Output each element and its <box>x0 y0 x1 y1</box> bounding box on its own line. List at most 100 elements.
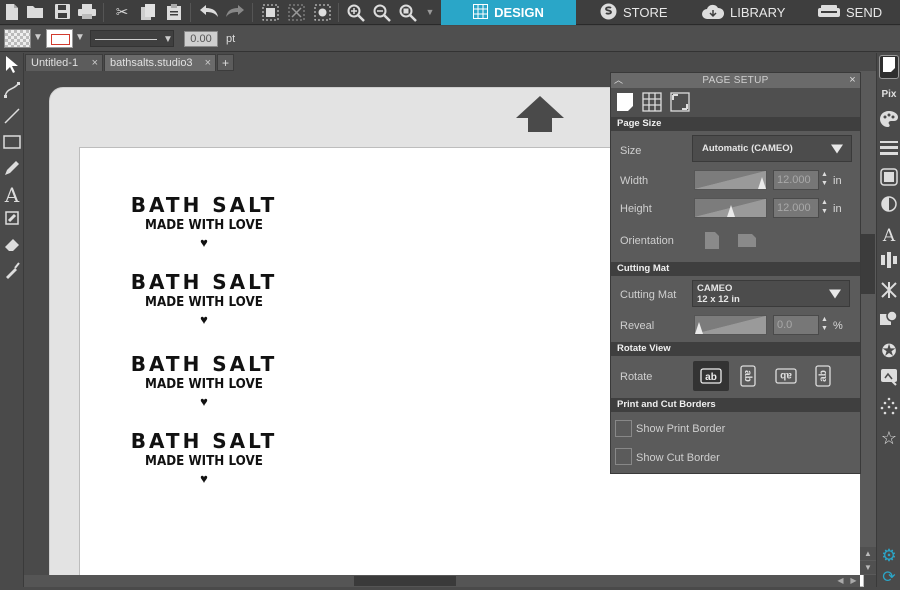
doc-tab-bathsalts[interactable]: bathsalts.studio3 × <box>104 54 216 71</box>
offset-star-icon[interactable]: ✪ <box>879 339 899 363</box>
trace-icon[interactable] <box>879 368 899 392</box>
ungroup-icon[interactable] <box>287 4 305 21</box>
line-color-swatch[interactable] <box>46 29 73 48</box>
add-tab-button[interactable]: + <box>217 54 234 71</box>
reveal-stepper[interactable]: ▲ ▼ <box>820 315 829 335</box>
doc-tab-untitled[interactable]: Untitled-1 × <box>25 54 103 71</box>
pencil-tool-icon[interactable] <box>2 159 22 181</box>
save-icon[interactable] <box>53 4 71 21</box>
width-stepper[interactable]: ▲ ▼ <box>820 170 829 190</box>
line-style-select[interactable]: ▼ <box>90 30 174 47</box>
label-design[interactable]: BATH SALT MADE WITH LOVE ♥ <box>114 430 294 486</box>
fill-dropdown-icon[interactable]: ▼ <box>33 32 43 43</box>
toolbar-separator <box>190 3 191 22</box>
sketch-icon[interactable] <box>879 397 899 421</box>
height-input[interactable]: 12.000 <box>773 198 819 218</box>
horizontal-scrollbar[interactable] <box>24 575 860 587</box>
fill-color-swatch[interactable] <box>4 29 31 48</box>
text-style-icon[interactable]: A <box>879 224 899 248</box>
select-all-icon[interactable] <box>313 4 331 21</box>
eraser-tool-icon[interactable] <box>2 235 22 257</box>
select-arrow-icon[interactable] <box>2 55 22 77</box>
line-tool-icon[interactable] <box>2 107 22 129</box>
line-color-dropdown-icon[interactable]: ▼ <box>75 32 85 43</box>
modify-icon[interactable] <box>879 310 899 334</box>
vertical-scroll-thumb[interactable] <box>861 234 875 294</box>
reveal-slider[interactable] <box>694 315 767 335</box>
cutting-mat-dropdown[interactable]: CAMEO 12 x 12 in <box>692 280 850 307</box>
landscape-orientation-icon[interactable] <box>738 234 756 250</box>
close-icon[interactable]: × <box>849 73 856 88</box>
rectangle-tool-icon[interactable] <box>2 133 22 155</box>
rotate-270-button[interactable]: ab <box>805 361 841 391</box>
rotate-option-label: ab <box>818 370 829 382</box>
edit-points-icon[interactable] <box>2 81 22 103</box>
registration-marks-tab-icon[interactable] <box>670 92 690 112</box>
new-document-icon[interactable] <box>3 4 21 21</box>
rotate-180-button[interactable]: ab <box>768 361 804 391</box>
label-subtitle: MADE WITH LOVE <box>145 377 263 392</box>
label-design[interactable]: BATH SALT MADE WITH LOVE ♥ <box>114 353 294 409</box>
width-slider[interactable] <box>694 170 767 190</box>
zoom-fit-icon[interactable] <box>399 4 417 22</box>
transparency-icon[interactable] <box>879 196 899 220</box>
horizontal-scroll-thumb[interactable] <box>354 576 456 586</box>
fill-pattern-icon[interactable] <box>879 168 899 192</box>
rotate-90-button[interactable]: ab <box>730 361 766 391</box>
pixscan-icon[interactable]: Pix <box>879 83 899 107</box>
show-cut-border-checkbox[interactable] <box>615 448 632 465</box>
scroll-down-arrow-icon[interactable]: ▼ <box>860 561 876 574</box>
line-width-input[interactable] <box>184 31 218 47</box>
paste-icon[interactable] <box>165 4 183 21</box>
zoom-in-icon[interactable] <box>347 4 365 22</box>
page-setup-icon[interactable] <box>879 55 899 79</box>
refresh-icon[interactable]: ⟳ <box>879 566 899 590</box>
scroll-left-arrow-icon[interactable]: ◀ <box>834 575 847 587</box>
label-design[interactable]: BATH SALT MADE WITH LOVE ♥ <box>114 271 294 327</box>
tab-send[interactable]: SEND <box>818 0 900 25</box>
grid-tab-icon[interactable] <box>642 92 662 112</box>
undo-icon[interactable] <box>200 4 218 21</box>
replicate-icon[interactable] <box>879 281 899 305</box>
fill-tool-icon[interactable] <box>2 209 22 231</box>
portrait-orientation-icon[interactable] <box>705 232 719 249</box>
collapse-chevron-icon[interactable]: ︿ <box>614 73 623 88</box>
reveal-input[interactable]: 0.0 <box>773 315 819 335</box>
show-print-border-checkbox[interactable] <box>615 420 632 437</box>
rhinestone-star-icon[interactable]: ☆ <box>879 426 899 450</box>
tab-store[interactable]: STORE <box>600 0 700 25</box>
text-tool-icon[interactable]: A <box>2 184 22 206</box>
rotate-option-label: ab <box>742 370 753 382</box>
zoom-dropdown-icon[interactable]: ▼ <box>421 4 439 21</box>
page-tab-icon[interactable] <box>616 92 636 112</box>
scroll-right-arrow-icon[interactable]: ▶ <box>847 575 860 587</box>
close-tab-icon[interactable]: × <box>92 55 98 71</box>
width-input[interactable]: 12.000 <box>773 170 819 190</box>
tab-design[interactable]: DESIGN <box>441 0 576 25</box>
vertical-scrollbar[interactable] <box>860 71 876 575</box>
cut-icon[interactable]: ✂ <box>113 4 131 21</box>
knife-tool-icon[interactable] <box>2 261 22 283</box>
open-folder-icon[interactable] <box>27 4 45 21</box>
scroll-up-arrow-icon[interactable]: ▲ <box>860 547 876 560</box>
tab-library[interactable]: LIBRARY <box>702 0 814 25</box>
height-slider[interactable] <box>694 198 767 218</box>
line-style-panel-icon[interactable] <box>879 139 899 163</box>
print-icon[interactable] <box>78 4 96 21</box>
label-title: BATH SALT <box>130 429 278 453</box>
rotate-0-button[interactable]: ab <box>693 361 729 391</box>
heart-icon: ♥ <box>200 235 208 250</box>
copy-icon[interactable] <box>139 4 157 21</box>
close-tab-icon[interactable]: × <box>205 55 211 71</box>
page-size-dropdown[interactable]: Automatic (CAMEO) <box>692 135 852 162</box>
label-title: BATH SALT <box>130 270 278 294</box>
section-print-cut-borders: Print and Cut Borders <box>611 398 860 412</box>
label-design[interactable]: BATH SALT MADE WITH LOVE ♥ <box>114 194 294 250</box>
zoom-out-icon[interactable] <box>373 4 391 22</box>
align-icon[interactable] <box>879 252 899 276</box>
palette-icon[interactable] <box>879 111 899 135</box>
group-icon[interactable] <box>261 4 279 21</box>
height-stepper[interactable]: ▲ ▼ <box>820 198 829 218</box>
settings-gear-icon[interactable]: ⚙ <box>879 544 899 568</box>
redo-icon[interactable] <box>226 4 244 21</box>
